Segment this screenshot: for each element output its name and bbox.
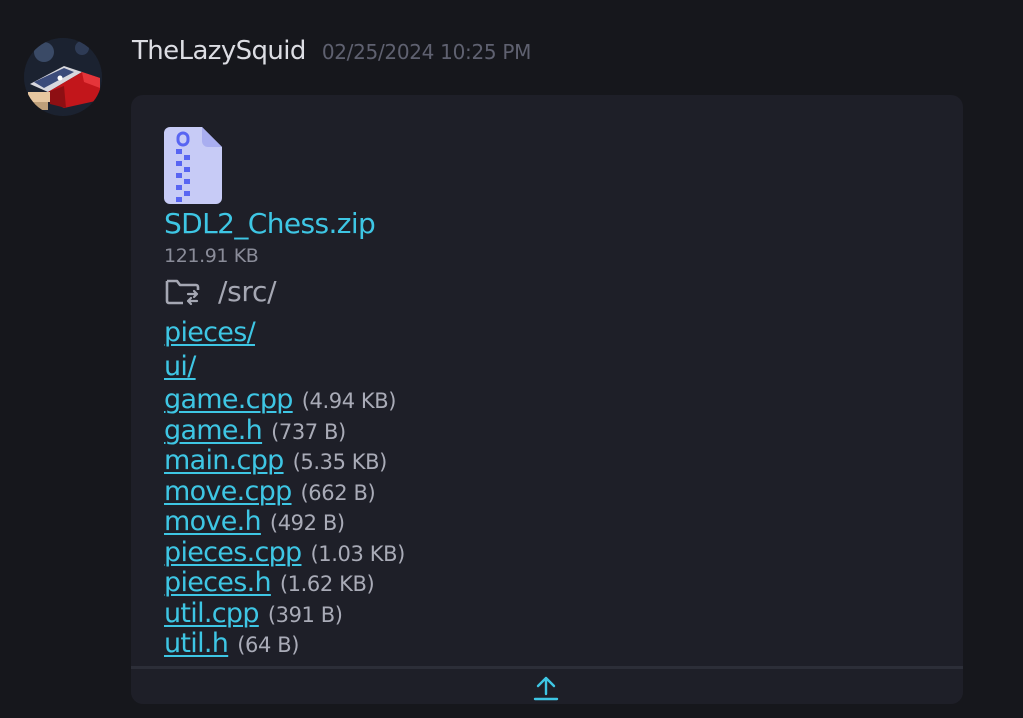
tree-entry-link[interactable]: main.cpp: [164, 445, 284, 476]
list-item: util.cpp (391 B): [164, 598, 405, 629]
tree-entry-link[interactable]: util.h: [164, 628, 229, 659]
list-item: pieces.cpp (1.03 KB): [164, 537, 405, 568]
tree-entry-size: (737 B): [271, 419, 346, 444]
file-name-link[interactable]: SDL2_Chess.zip: [164, 207, 376, 240]
avatar[interactable]: [24, 38, 102, 116]
tree-entry-link[interactable]: pieces.cpp: [164, 537, 302, 568]
avatar-image: [24, 38, 102, 116]
list-item: move.cpp (662 B): [164, 476, 405, 507]
list-item: main.cpp (5.35 KB): [164, 445, 405, 476]
tree-entry-link[interactable]: move.h: [164, 506, 262, 537]
tree-entry-link[interactable]: ui/: [164, 351, 196, 382]
current-folder-path: /src/: [218, 275, 277, 308]
tree-entry-link[interactable]: util.cpp: [164, 598, 260, 629]
collapse-bar[interactable]: [131, 666, 963, 704]
list-item: util.h (64 B): [164, 628, 405, 659]
list-item: game.cpp (4.94 KB): [164, 384, 405, 415]
folder-path-row: /src/: [164, 275, 277, 308]
username[interactable]: TheLazySquid: [132, 36, 306, 66]
timestamp: 02/25/2024 10:25 PM: [321, 40, 532, 64]
chat-message: TheLazySquid 02/25/2024 10:25 PM SDL2_Ch…: [0, 0, 1023, 718]
list-item: ui/: [164, 351, 405, 385]
tree-entry-size: (5.35 KB): [292, 450, 388, 474]
tree-entry-size: (662 B): [300, 480, 376, 505]
zip-attachment-card: SDL2_Chess.zip 121.91 KB /src/ pieces/ u…: [131, 95, 963, 704]
tree-entry-link[interactable]: game.h: [164, 415, 263, 446]
tree-entry-size: (391 B): [267, 602, 343, 627]
tree-entry-size: (492 B): [269, 511, 345, 535]
file-size: 121.91 KB: [164, 245, 259, 267]
arrow-up-icon[interactable]: [532, 674, 560, 702]
tree-entry-link[interactable]: pieces/: [164, 317, 256, 348]
tree-entry-size: (1.62 KB): [279, 572, 375, 596]
list-item: pieces.h (1.62 KB): [164, 567, 405, 598]
list-item: pieces/: [164, 317, 405, 351]
tree-entry-size: (64 B): [237, 633, 299, 657]
zip-file-icon: [164, 127, 222, 204]
file-tree: pieces/ ui/ game.cpp (4.94 KB) game.h (7…: [164, 317, 405, 659]
tree-entry-link[interactable]: move.cpp: [164, 476, 292, 507]
tree-entry-size: (1.03 KB): [310, 541, 405, 566]
message-header: TheLazySquid 02/25/2024 10:25 PM: [132, 36, 531, 66]
list-item: game.h (737 B): [164, 415, 405, 446]
folder-switch-icon[interactable]: [164, 277, 200, 307]
tree-entry-link[interactable]: game.cpp: [164, 384, 293, 415]
tree-entry-size: (4.94 KB): [301, 389, 397, 413]
list-item: move.h (492 B): [164, 506, 405, 537]
tree-entry-link[interactable]: pieces.h: [164, 567, 272, 598]
